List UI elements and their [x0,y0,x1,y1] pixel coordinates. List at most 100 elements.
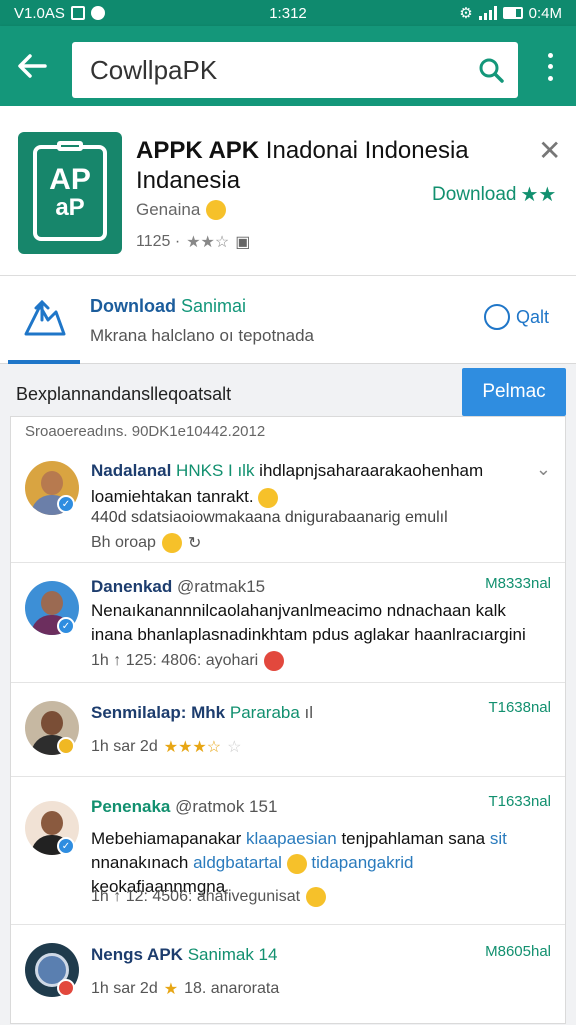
post-meta: 1h sar 2d ★ 18. anarorata [91,979,279,999]
post-meta: 1h ↑ 125: 4806: ayohari [91,651,285,671]
emoji-badge-icon [57,737,75,755]
emoji-icon [306,887,327,907]
qalt-label: Qalt [516,306,550,327]
post-meta-text: Bh oroap [91,534,156,551]
section-button[interactable]: Pelmac [462,368,566,416]
post-meta-rest: 18. anarorata [184,980,280,997]
app-icon-line1: AP [49,163,91,196]
post-meta: Bh oroap ↻ [91,533,201,553]
post-text-line: loamiehtakan tanrakt. [91,487,254,506]
post-meta-text: 1h sar 2d [91,980,158,997]
emoji-icon [258,487,279,508]
post-text-line: inana bhanlaplasnadinkhtam pdus aglakar … [91,625,526,644]
post-subtext: 440d sdatsiaoiowmakaana dnigurabaanarig … [91,509,448,526]
post-time: M8605hal [485,943,551,960]
face-icon [484,304,510,330]
post-author-name: Nengs APK [91,945,183,964]
search-input[interactable]: CowllpaPK [72,42,518,98]
post-author-tag: HNKS I ılk [176,461,255,480]
arrow-left-icon [18,54,47,78]
post-author-handle: @ratmak15 [176,577,266,596]
app-meta-text: 1125 · [136,233,181,250]
status-bar: V1.0AS 1:312 ⚙ 0:4M [0,0,576,26]
chevron-down-icon[interactable]: ⌄ [536,459,551,480]
post-author: Danenkad @ratmak15 [91,577,265,597]
post-list: Sroaoereadıns. 90DK1e10442.2012 ✓ Nadala… [10,416,566,1024]
app-subtitle-text: Genaina [136,200,201,219]
post-time: M8333nal [485,575,551,592]
download-row[interactable]: Download Sanimai Mkrana halclano oı tepo… [0,276,576,364]
list-item[interactable]: ✓ Danenkad @ratmak15 M8333nal Nenaıkanan… [11,563,565,683]
app-card[interactable]: AP aP APPK APK Inadonai Indonesia Indane… [0,106,576,276]
post-text-part: Mebehiamapanakar [91,829,246,848]
app-icon: AP aP [18,132,122,254]
list-item[interactable]: Nengs APK Sanimak 14 M8605hal 1h sar 2d … [11,925,565,1025]
post-text-part: nnanakınach [91,853,194,872]
app-meta: 1125 · ★★☆ ▣ [136,232,250,252]
star-icon: ★★ [520,184,557,206]
section-button-label: Pelmac [482,381,546,402]
app-title-bold: APPK APK [136,137,260,164]
verified-icon: ✓ [57,617,75,635]
post-time: T1633nal [488,793,551,810]
post-meta: 1h ↑ 12: 4506: ahafivegunisat [91,887,327,907]
post-meta: 1h sar 2d ★★★☆ ☆ [91,738,242,756]
download-title-tag: Sanimai [181,296,247,316]
post-author-rest: ihdlapnjsaharaarakaohenham [254,461,484,480]
search-icon[interactable] [478,57,504,83]
emoji-icon [161,533,182,553]
status-left-text: V1.0AS [14,4,65,22]
emoji-badge-icon [57,979,75,997]
close-icon[interactable]: ✕ [538,134,561,167]
rating-stars-icon: ★★☆ [186,234,230,251]
post-author-rest: ıl [299,703,314,722]
post-meta-text: 1h ↑ 12: 4506: ahafivegunisat [91,888,301,905]
post-text-line: Nenaıkanannnilcaolahanjvanlmeacimo ndnac… [91,601,506,620]
post-link[interactable]: aldgbatartal [193,853,282,872]
download-subtitle: Mkrana halclano oı tepotnada [90,326,314,345]
post-author-name: Nadalanal [91,461,172,480]
post-text: Nenaıkanannnilcaolahanjvanlmeacimo ndnac… [91,599,551,647]
settings-icon: ⚙ [459,5,473,22]
back-button[interactable] [12,46,52,86]
verified-icon: ✓ [57,837,75,855]
notification-icon [70,6,85,20]
list-item[interactable]: ✓ Penenaka @ratmok 151 T1633nal Mebehiam… [11,777,565,925]
post-author-tag: Pararaba [229,703,300,722]
post-link[interactable]: tidapangakrid [307,853,413,872]
more-options-icon[interactable] [536,50,564,84]
star-icon: ★ [163,981,179,998]
post-author: Nengs APK Sanimak 14 [91,945,277,965]
section-title: Bexplannandanslleqoatsalt [16,384,232,404]
download-icon [24,299,66,336]
app-download-button[interactable]: Download ★★ [432,182,556,207]
post-meta-text: 1h ↑ 125: 4806: ayohari [91,652,259,669]
rating-stars-icon: ★★★☆ [163,739,222,756]
post-link[interactable]: sit [490,829,507,848]
battery-icon [502,7,523,19]
qalt-button[interactable]: Qalt [484,304,549,330]
smile-emoji-icon [206,200,227,220]
app-subtitle: Genaina [136,200,227,220]
verified-icon: ✓ [57,495,75,513]
post-link[interactable]: klaapaesian [246,829,337,848]
search-query: CowllpaPK [90,54,218,85]
emoji-icon [286,853,307,874]
app-title-rest: Inadonai Indonesia [259,137,469,164]
post-author-handle: Sanimak 14 [187,945,278,964]
refresh-icon[interactable]: ↻ [188,533,201,553]
app-title-line2: Indanesia [136,167,241,194]
post-author-name: Danenkad [91,577,173,596]
list-item[interactable]: ✓ Nadalanal HNKS I ılk ihdlapnjsaharaara… [11,449,565,563]
post-author-handle: @ratmok 151 [175,797,278,816]
list-caption: Sroaoereadıns. 90DK1e10442.2012 [25,423,266,440]
app-download-label: Download [432,183,517,205]
bookmark-icon: ▣ [235,234,251,251]
section-header: Bexplannandanslleqoatsalt Pelmac [0,364,576,424]
post-text-part: tenjpahlaman sana [336,829,490,848]
post-author-name: Senmilalap: Mhk [91,703,226,722]
download-title: Download Sanimai [90,296,246,317]
emoji-icon [264,651,285,671]
list-item[interactable]: Senmilalap: Mhk Pararaba ıl T1638nal 1h … [11,683,565,777]
download-title-text: Download [90,296,176,316]
